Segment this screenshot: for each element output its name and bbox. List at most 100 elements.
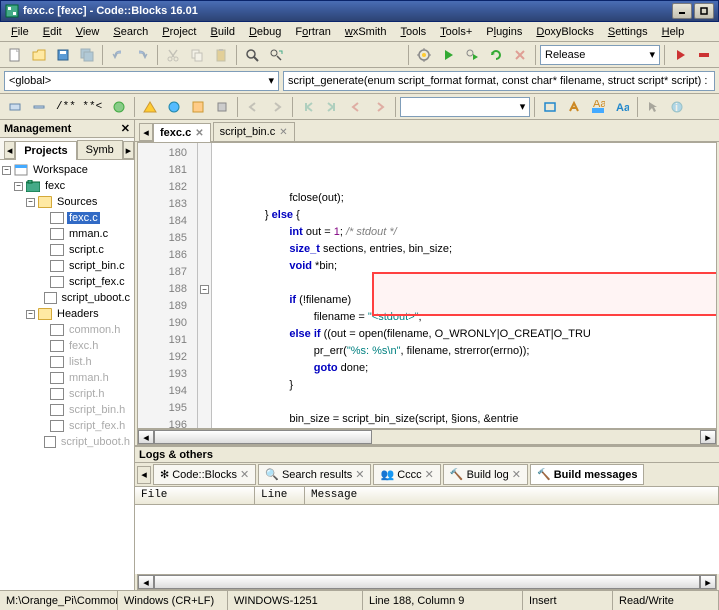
- build-target-combo[interactable]: Release ▾: [540, 45, 660, 65]
- log-body[interactable]: [135, 505, 719, 574]
- tree-label[interactable]: fexc.h: [67, 340, 100, 352]
- tree-label[interactable]: script.h: [67, 388, 106, 400]
- log-tab-build-log[interactable]: 🔨Build log✕: [443, 464, 528, 485]
- doxy-run-button[interactable]: [108, 96, 130, 118]
- expand-icon[interactable]: −: [26, 198, 35, 207]
- tree-node[interactable]: script_uboot.h: [2, 434, 132, 450]
- select-block-button[interactable]: [539, 96, 561, 118]
- menu-edit[interactable]: Edit: [36, 24, 69, 40]
- tree-label[interactable]: Workspace: [31, 164, 90, 176]
- tree-label[interactable]: mman.c: [67, 228, 110, 240]
- code-content[interactable]: fclose(out); } else { int out = 1; /* st…: [212, 143, 716, 428]
- run-button[interactable]: [437, 44, 459, 66]
- info-button[interactable]: i: [666, 96, 688, 118]
- tree-node[interactable]: − Headers: [2, 306, 132, 322]
- menu-project[interactable]: Project: [155, 24, 203, 40]
- tree-label[interactable]: Headers: [55, 308, 101, 320]
- code-line[interactable]: }: [212, 377, 716, 394]
- menu-plugins[interactable]: Plugins: [479, 24, 529, 40]
- match-case-button[interactable]: Aa: [611, 96, 633, 118]
- comment-block-button[interactable]: [4, 96, 26, 118]
- cut-button[interactable]: [162, 44, 184, 66]
- expand-icon[interactable]: −: [26, 310, 35, 319]
- close-tab-button[interactable]: ✕: [195, 128, 203, 139]
- close-tab-button[interactable]: ✕: [425, 468, 434, 481]
- code-line[interactable]: pr_err("%s: %s\n", filename, strerror(er…: [212, 343, 716, 360]
- tree-node[interactable]: script_fex.c: [2, 274, 132, 290]
- function-combo[interactable]: script_generate(enum script_format forma…: [283, 71, 715, 91]
- doxy-chm-button[interactable]: [187, 96, 209, 118]
- tree-node[interactable]: mman.h: [2, 370, 132, 386]
- scroll-left-button[interactable]: ◂: [138, 575, 154, 589]
- log-tab-build-messages[interactable]: 🔨Build messages: [530, 464, 644, 485]
- menu-settings[interactable]: Settings: [601, 24, 655, 40]
- tree-label[interactable]: script_uboot.h: [59, 436, 132, 448]
- h-scrollbar[interactable]: ◂ ▸: [137, 429, 717, 445]
- menu-view[interactable]: View: [69, 24, 107, 40]
- tree-node[interactable]: script.h: [2, 386, 132, 402]
- pointer-button[interactable]: [642, 96, 664, 118]
- scroll-right-button[interactable]: ▸: [700, 575, 716, 589]
- header-file[interactable]: File: [135, 487, 255, 504]
- code-line[interactable]: } else {: [212, 207, 716, 224]
- copy-button[interactable]: [186, 44, 208, 66]
- tree-label[interactable]: script_bin.c: [67, 260, 127, 272]
- scope-combo[interactable]: <global> ▾: [4, 71, 279, 91]
- menu-tools[interactable]: Tools: [393, 24, 433, 40]
- tree-node[interactable]: common.h: [2, 322, 132, 338]
- code-line[interactable]: [212, 275, 716, 292]
- close-tab-button[interactable]: ✕: [279, 127, 287, 138]
- expand-icon[interactable]: −: [2, 166, 11, 175]
- nav-forward-button[interactable]: [266, 96, 288, 118]
- tree-node[interactable]: fexc.c: [2, 210, 132, 226]
- close-tab-button[interactable]: ✕: [512, 468, 521, 481]
- expand-icon[interactable]: −: [14, 182, 23, 191]
- new-file-button[interactable]: [4, 44, 26, 66]
- log-tab-cccc[interactable]: 👥Cccc✕: [373, 464, 440, 485]
- tree-label[interactable]: script_fex.c: [67, 276, 127, 288]
- log-h-scrollbar[interactable]: ◂ ▸: [137, 574, 717, 590]
- header-message[interactable]: Message: [305, 487, 719, 504]
- log-tab-search-results[interactable]: 🔍Search results✕: [258, 464, 371, 485]
- code-line[interactable]: void *bin;: [212, 258, 716, 275]
- menu-debug[interactable]: Debug: [242, 24, 288, 40]
- close-tab-button[interactable]: ✕: [240, 468, 249, 481]
- menu-wxsmith[interactable]: wxSmith: [338, 24, 394, 40]
- code-line[interactable]: size_t sections, entries, bin_size;: [212, 241, 716, 258]
- menu-file[interactable]: File: [4, 24, 36, 40]
- tree-node[interactable]: script_bin.c: [2, 258, 132, 274]
- menu-tools+[interactable]: Tools+: [433, 24, 479, 40]
- open-file-button[interactable]: [28, 44, 50, 66]
- tree-label[interactable]: Sources: [55, 196, 99, 208]
- tree-node[interactable]: mman.c: [2, 226, 132, 242]
- prev-bookmark-button[interactable]: [345, 96, 367, 118]
- debug-continue-button[interactable]: [693, 44, 715, 66]
- maximize-button[interactable]: [694, 3, 714, 19]
- code-line[interactable]: else if ((out = open(filename, O_WRONLY|…: [212, 326, 716, 343]
- search-combo[interactable]: ▾: [400, 97, 530, 117]
- scroll-left-button[interactable]: ◂: [138, 430, 154, 444]
- highlight-all-button[interactable]: Aa: [587, 96, 609, 118]
- code-line[interactable]: [212, 394, 716, 411]
- rebuild-button[interactable]: [485, 44, 507, 66]
- scroll-right-button[interactable]: ▸: [700, 430, 716, 444]
- minimize-button[interactable]: [672, 3, 692, 19]
- tabs-next-button[interactable]: ▸: [123, 141, 134, 159]
- scroll-track[interactable]: [154, 430, 700, 444]
- jump-forward-button[interactable]: [321, 96, 343, 118]
- tabs-prev-button[interactable]: ◂: [139, 123, 153, 141]
- highlight-button[interactable]: [563, 96, 585, 118]
- code-line[interactable]: bin_size = script_bin_size(script, §ions…: [212, 411, 716, 428]
- scroll-thumb[interactable]: [154, 430, 372, 444]
- tree-node[interactable]: script_uboot.c: [2, 290, 132, 306]
- tree-node[interactable]: script.c: [2, 242, 132, 258]
- tree-node[interactable]: fexc.h: [2, 338, 132, 354]
- menu-fortran[interactable]: Fortran: [288, 24, 337, 40]
- menu-build[interactable]: Build: [204, 24, 242, 40]
- code-line[interactable]: goto done;: [212, 360, 716, 377]
- tree-label[interactable]: fexc: [43, 180, 67, 192]
- abort-button[interactable]: [509, 44, 531, 66]
- code-line[interactable]: int out = 1; /* stdout */: [212, 224, 716, 241]
- next-bookmark-button[interactable]: [369, 96, 391, 118]
- build-run-button[interactable]: [461, 44, 483, 66]
